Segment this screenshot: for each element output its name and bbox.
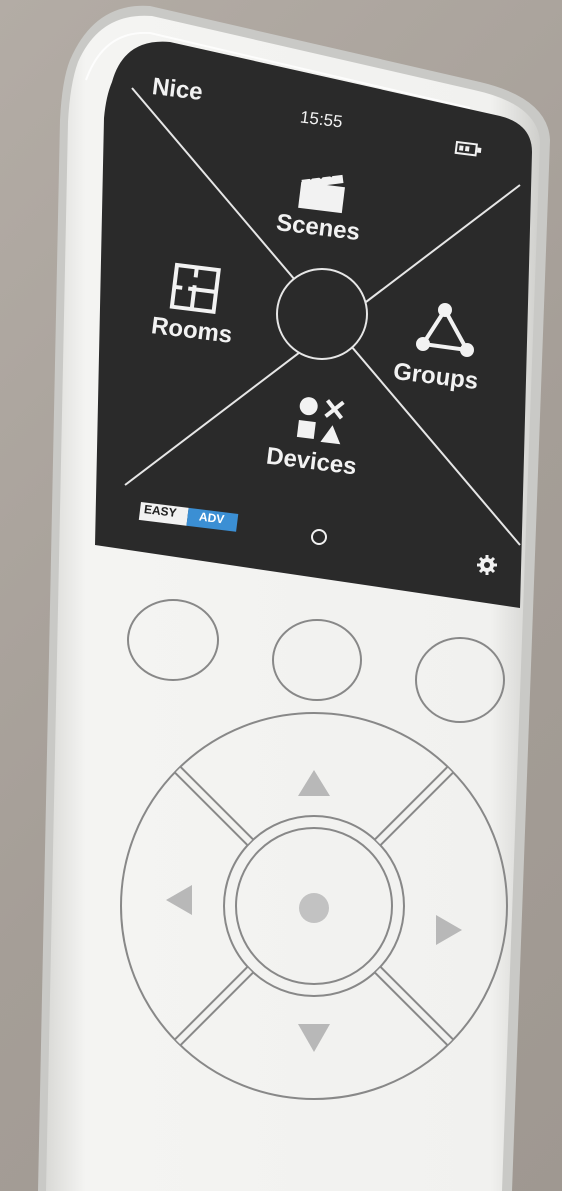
product-photo-scene: Nice 15:55 Scenes Rooms Groups Devices E…: [0, 0, 562, 1191]
dpad-center-dot: [299, 893, 329, 923]
gear-icon[interactable]: [477, 555, 497, 575]
brand-label: Nice: [150, 73, 205, 106]
mode-adv-label[interactable]: ADV: [198, 510, 225, 527]
remote-illustration: [38, 5, 550, 1191]
